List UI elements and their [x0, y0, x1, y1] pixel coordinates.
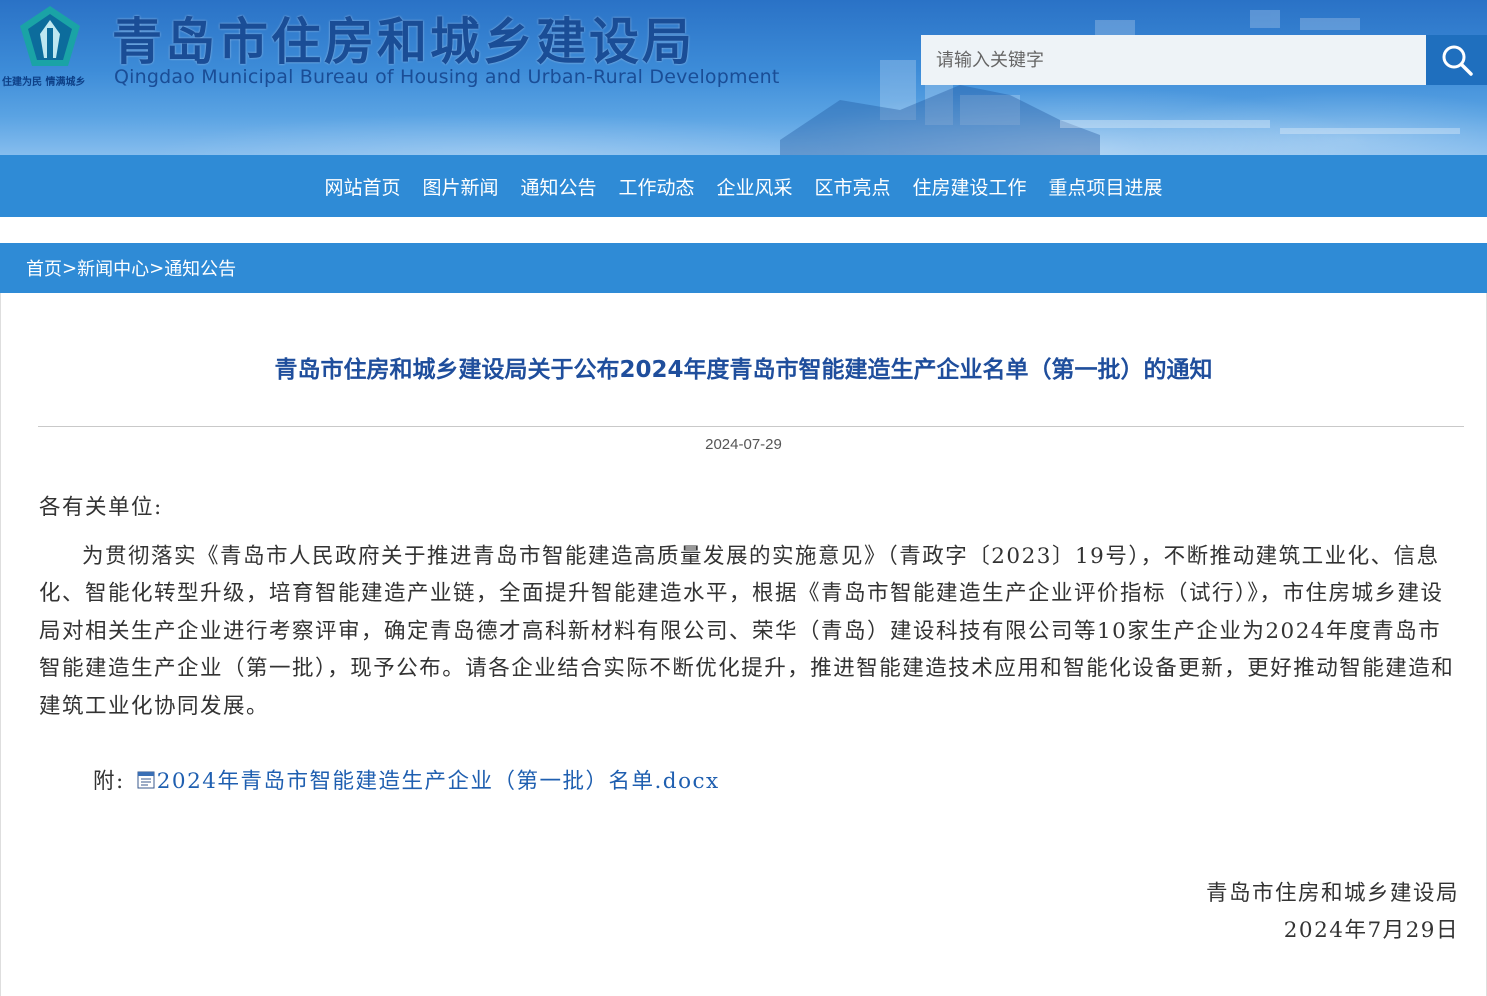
- nav-work-updates[interactable]: 工作动态: [607, 173, 705, 200]
- publish-date: 2024-07-29: [705, 436, 782, 453]
- article-title: 青岛市住房和城乡建设局关于公布2024年度青岛市智能建造生产企业名单（第一批）的…: [274, 357, 1213, 383]
- attachment-row: 附: 2024年青岛市智能建造生产企业（第一批）名单.docx: [93, 764, 720, 795]
- article-paragraph: 为贯彻落实《青岛市人民政府关于推进青岛市智能建造高质量发展的实施意见》（青政字〔…: [39, 544, 1455, 719]
- signature-organization: 青岛市住房和城乡建设局: [1205, 881, 1459, 906]
- nav-housing-work[interactable]: 住房建设工作: [902, 173, 1038, 200]
- article-salutation: 各有关单位:: [39, 495, 163, 520]
- site-subtitle: Qingdao Municipal Bureau of Housing and …: [114, 66, 780, 88]
- search-input[interactable]: [921, 35, 1426, 85]
- nav-notices[interactable]: 通知公告: [509, 173, 607, 200]
- attachment-link[interactable]: 2024年青岛市智能建造生产企业（第一批）名单.docx: [157, 764, 720, 795]
- breadcrumb-separator: >: [62, 257, 78, 279]
- breadcrumb-notices[interactable]: 通知公告: [164, 255, 236, 281]
- search-icon: [1442, 45, 1473, 76]
- breadcrumb: 首页 > 新闻中心 > 通知公告: [0, 243, 1487, 293]
- signature-date: 2024年7月29日: [1283, 918, 1459, 943]
- nav-district-highlights[interactable]: 区市亮点: [804, 173, 902, 200]
- nav-home[interactable]: 网站首页: [313, 173, 411, 200]
- site-title: 青岛市住房和城乡建设局: [112, 13, 695, 71]
- nav-photo-news[interactable]: 图片新闻: [411, 173, 509, 200]
- pagoda-logo-icon: [20, 6, 80, 66]
- site-header: 住建为民 情满城乡 青岛市住房和城乡建设局 Qingdao Municipal …: [0, 0, 1487, 155]
- breadcrumb-home[interactable]: 首页: [26, 255, 62, 281]
- breadcrumb-separator: >: [149, 257, 165, 279]
- breadcrumb-news-center[interactable]: 新闻中心: [77, 255, 149, 281]
- word-document-icon: [137, 771, 155, 788]
- attachment-label: 附:: [93, 769, 125, 794]
- nav-enterprise[interactable]: 企业风采: [706, 173, 804, 200]
- logo-slogan: 住建为民 情满城乡: [2, 77, 86, 88]
- main-nav: 网站首页 图片新闻 通知公告 工作动态 企业风采 区市亮点 住房建设工作 重点项…: [0, 155, 1487, 217]
- search-button[interactable]: [1426, 35, 1487, 85]
- title-divider: [38, 426, 1464, 427]
- nav-key-projects[interactable]: 重点项目进展: [1038, 173, 1174, 200]
- nav-spacer: [0, 217, 1487, 243]
